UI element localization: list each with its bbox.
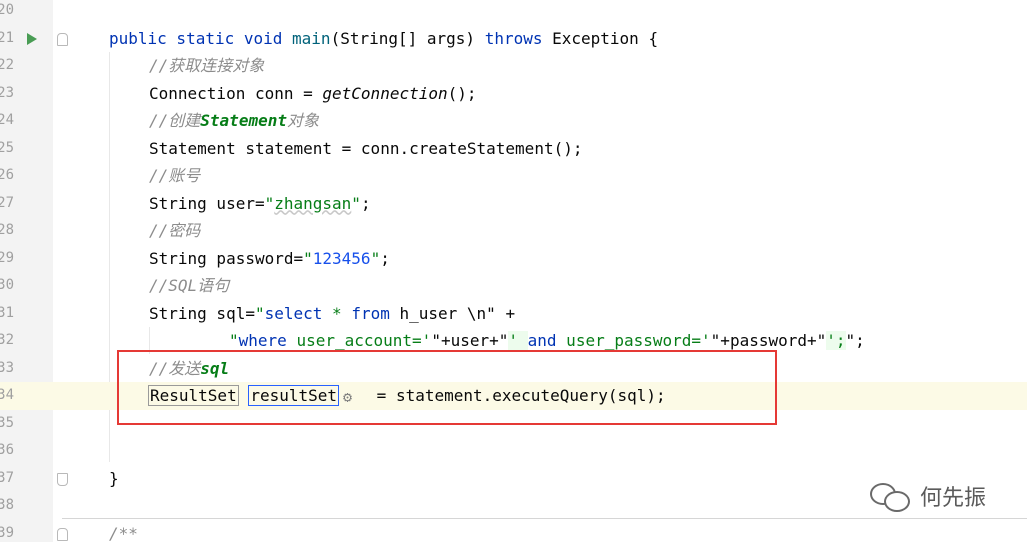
- statement: String password="123456";: [149, 245, 390, 273]
- statement: String user="zhangsan";: [149, 190, 371, 218]
- line-number: 37: [0, 465, 14, 493]
- line-number: 35: [0, 410, 14, 438]
- comment: //账号: [149, 162, 200, 190]
- line-number: 33: [0, 355, 14, 383]
- fold-icon[interactable]: [57, 528, 68, 541]
- closing-brace: }: [109, 465, 119, 493]
- code-line-26[interactable]: 26 //账号: [0, 162, 1027, 190]
- code-line-20: 20: [0, 0, 1027, 25]
- line-number: 32: [0, 327, 14, 355]
- code-line-28[interactable]: 28 //密码: [0, 217, 1027, 245]
- comment: //密码: [149, 217, 200, 245]
- code-line-31[interactable]: 31 String sql="select * from h_user \n" …: [0, 300, 1027, 328]
- line-number: 30: [0, 272, 14, 300]
- fold-icon[interactable]: [57, 473, 68, 486]
- line-number: 26: [0, 162, 14, 190]
- code-line-22[interactable]: 22 //获取连接对象: [0, 52, 1027, 80]
- line-number: 34: [0, 382, 14, 410]
- run-icon[interactable]: [27, 33, 37, 45]
- code-line-21[interactable]: 21 public static void main(String[] args…: [0, 25, 1027, 53]
- line-number: 21: [0, 25, 14, 53]
- code-line-27[interactable]: 27 String user="zhangsan";: [0, 190, 1027, 218]
- comment: //创建Statement对象: [149, 107, 319, 135]
- statement: Statement statement = conn.createStateme…: [149, 135, 582, 163]
- line-number: 20: [0, 0, 14, 25]
- code-line-25[interactable]: 25 Statement statement = conn.createStat…: [0, 135, 1027, 163]
- line-number: 22: [0, 52, 14, 80]
- code-line-23[interactable]: 23 Connection conn = getConnection();: [0, 80, 1027, 108]
- line-number: 31: [0, 300, 14, 328]
- line-number: 39: [0, 520, 14, 547]
- code-line-39[interactable]: 39 /**: [0, 520, 1027, 547]
- line-number: 27: [0, 190, 14, 218]
- comment: //SQL语句: [149, 272, 229, 300]
- wechat-icon: [870, 481, 910, 511]
- code-line-30[interactable]: 30 //SQL语句: [0, 272, 1027, 300]
- watermark: 何先振: [870, 480, 986, 512]
- fold-icon[interactable]: [57, 33, 68, 46]
- comment: //获取连接对象: [149, 52, 264, 80]
- code-line-36[interactable]: 36: [0, 437, 1027, 465]
- line-number: 24: [0, 107, 14, 135]
- line-number: 25: [0, 135, 14, 163]
- highlight-box: [117, 350, 777, 425]
- line-number: 36: [0, 437, 14, 465]
- line-number: 23: [0, 80, 14, 108]
- line-number: 28: [0, 217, 14, 245]
- line-number: 29: [0, 245, 14, 273]
- watermark-text: 何先振: [920, 480, 986, 512]
- doc-comment: /**: [109, 520, 138, 547]
- method-signature: public static void main(String[] args) t…: [109, 25, 658, 53]
- statement: Connection conn = getConnection();: [149, 80, 477, 108]
- code-line-29[interactable]: 29 String password="123456";: [0, 245, 1027, 273]
- statement: String sql="select * from h_user \n" +: [149, 300, 515, 328]
- line-number: 38: [0, 492, 14, 520]
- code-line-24[interactable]: 24 //创建Statement对象: [0, 107, 1027, 135]
